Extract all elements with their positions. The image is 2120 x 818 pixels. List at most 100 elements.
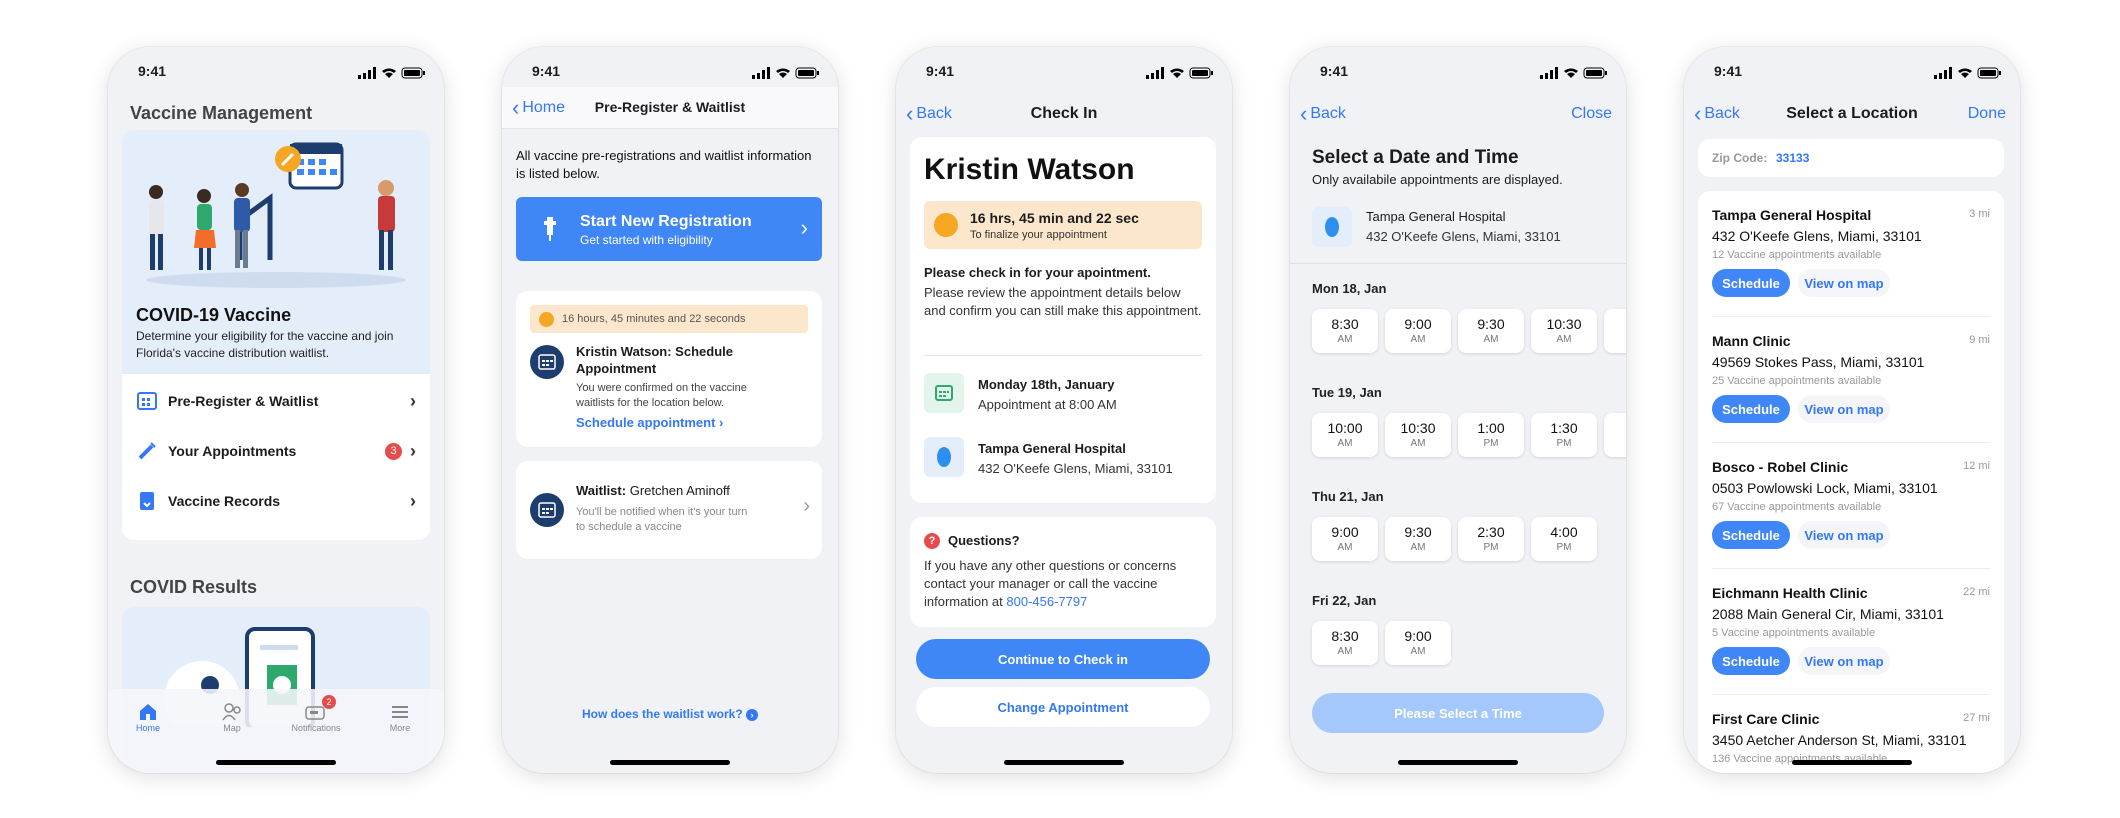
close-button[interactable]: Close <box>1571 105 1612 123</box>
slot-time: 9:00 <box>1404 628 1432 644</box>
phone-link[interactable]: 800-456-7797 <box>1006 594 1087 609</box>
schedule-button[interactable]: Schedule <box>1712 647 1790 675</box>
time-slot-button[interactable]: 2 <box>1604 413 1626 457</box>
chevron-right-icon: › <box>410 440 416 461</box>
time-slot-button[interactable]: 9:30 AM <box>1385 517 1451 561</box>
continue-checkin-button[interactable]: Continue to Check in <box>916 639 1210 679</box>
phone-checkin-screen: 9:41 ‹ Back Check In Kristin Watson 16 hr… <box>896 47 1232 773</box>
menu-icon <box>370 701 430 723</box>
clock-icon <box>934 213 958 237</box>
phone-location-screen: 9:41 ‹ Back Select a Location Done Zip Co… <box>1684 47 2020 773</box>
location-address: 432 O'Keefe Glens, Miami, 33101 <box>1712 228 1922 244</box>
chevron-left-icon: ‹ <box>1300 101 1308 126</box>
view-on-map-button[interactable]: View on map <box>1798 395 1890 423</box>
menu-item-vaccine-records[interactable]: Vaccine Records › <box>122 476 430 526</box>
list-item[interactable]: Tampa General Hospital 3 mi 432 O'Keefe … <box>1698 191 2004 317</box>
home-indicator <box>216 760 336 765</box>
time-slot-button[interactable]: 1:30 PM <box>1531 413 1597 457</box>
location-address: 49569 Stokes Pass, Miami, 33101 <box>1712 354 1925 370</box>
location-distance: 3 mi <box>1969 208 1990 220</box>
time-slot-button[interactable]: 10:30 AM <box>1531 309 1597 353</box>
slot-time: 9:00 <box>1404 316 1432 332</box>
tab-label: More <box>389 723 411 733</box>
tab-home[interactable]: Home <box>118 701 178 733</box>
status-icons <box>1540 67 1607 79</box>
tab-map[interactable]: Map <box>202 701 262 733</box>
time-slot-button[interactable]: 8:30 AM <box>1312 309 1378 353</box>
zip-code-field[interactable]: Zip Code: 33133 <box>1698 139 2004 177</box>
time-slot-button[interactable]: 2:30 PM <box>1458 517 1524 561</box>
home-indicator <box>1792 760 1912 765</box>
slot-time: 10:30 <box>1400 420 1436 436</box>
menu-item-appointments[interactable]: Your Appointments 3 › <box>122 426 430 476</box>
countdown-text: 16 hrs, 45 min and 22 sec <box>970 210 1139 226</box>
done-button[interactable]: Done <box>1968 105 2006 123</box>
schedule-appointment-link[interactable]: Schedule appointment › <box>576 415 723 430</box>
view-on-map-button[interactable]: View on map <box>1798 647 1890 675</box>
menu-item-label: Your Appointments <box>168 443 297 459</box>
slot-period: PM <box>1556 438 1572 449</box>
notifications-badge: 2 <box>322 695 336 709</box>
menu-item-pre-register[interactable]: Pre-Register & Waitlist › <box>122 376 430 426</box>
tab-label: Notifications <box>291 723 341 733</box>
time-slot-button[interactable]: 4:00 PM <box>1531 517 1597 561</box>
day-label: Mon 18, Jan <box>1312 281 1387 296</box>
status-icons <box>358 67 425 79</box>
waitlist-desc: You'll be notified when it's your turn t… <box>576 506 748 533</box>
chevron-right-icon: › <box>803 495 810 517</box>
waitlist-help-link[interactable]: How does the waitlist work? › <box>502 707 838 721</box>
time-slot-button[interactable]: 9:00 AM <box>1312 517 1378 561</box>
select-time-button[interactable]: Please Select a Time <box>1312 693 1604 733</box>
nav-title: Pre-Register & Waitlist <box>594 99 746 115</box>
tab-more[interactable]: More <box>370 701 430 733</box>
tab-notifications[interactable]: 2 Notifications <box>286 695 346 733</box>
zip-label: Zip Code: <box>1712 151 1768 165</box>
list-item[interactable]: Bosco - Robel Clinic 12 mi 0503 Powlowsk… <box>1698 443 2004 569</box>
view-on-map-button[interactable]: View on map <box>1798 521 1890 549</box>
time-slot-button[interactable]: 10:00 AM <box>1312 413 1378 457</box>
waitlist-card[interactable]: Waitlist: Gretchen Aminoff You'll be not… <box>516 461 822 559</box>
covid-vaccine-hero[interactable]: COVID-19 Vaccine Determine your eligibil… <box>122 130 430 374</box>
list-item[interactable]: Eichmann Health Clinic 22 mi 2088 Main G… <box>1698 569 2004 695</box>
back-button[interactable]: ‹ Back <box>1300 101 1346 126</box>
time-slot-button[interactable]: 8:30 AM <box>1312 621 1378 665</box>
time-slot-button[interactable]: 9:30 AM <box>1458 309 1524 353</box>
slot-period: AM <box>1337 646 1353 657</box>
time-slot-button[interactable]: 10:30 AM <box>1385 413 1451 457</box>
calendar-icon <box>530 345 564 379</box>
slot-period: AM <box>1556 334 1572 345</box>
slot-time: 1:00 <box>1477 420 1505 436</box>
location-address: 2088 Main General Cir, Miami, 33101 <box>1712 606 1944 622</box>
slot-period: AM <box>1337 438 1353 449</box>
time-slot-button[interactable]: 9:00 AM <box>1385 309 1451 353</box>
syringe-icon <box>136 440 158 462</box>
time-slot-button[interactable]: 9:00 AM <box>1385 621 1451 665</box>
location-address: 3450 Aetcher Anderson St, Miami, 33101 <box>1712 732 1967 748</box>
status-bar: 9:41 <box>108 61 444 83</box>
schedule-button[interactable]: Schedule <box>1712 269 1790 297</box>
schedule-button[interactable]: Schedule <box>1712 395 1790 423</box>
view-on-map-button[interactable]: View on map <box>1798 269 1890 297</box>
availability-text: 5 Vaccine appointments available <box>1712 627 1876 639</box>
calendar-icon <box>136 390 158 412</box>
change-appointment-button[interactable]: Change Appointment <box>916 687 1210 727</box>
schedule-button[interactable]: Schedule <box>1712 521 1790 549</box>
record-book-icon <box>136 490 158 512</box>
time-slot-button[interactable]: 11 <box>1604 309 1626 353</box>
page-title: Vaccine Management <box>130 103 313 123</box>
home-indicator <box>1004 760 1124 765</box>
slot-time: 11 <box>1604 316 1626 332</box>
divider <box>924 355 1202 356</box>
schedule-appointment-card: 16 hours, 45 minutes and 22 seconds Kris… <box>516 291 822 447</box>
nav-bar: ‹ Back Check In <box>896 93 1232 137</box>
info-text: All vaccine pre-registrations and waitli… <box>516 148 812 181</box>
location-pin-icon <box>924 437 964 477</box>
zip-value: 33133 <box>1776 151 1810 165</box>
waitlist-name: Gretchen Aminoff <box>629 483 730 498</box>
status-time: 9:41 <box>1320 63 1349 79</box>
start-new-registration-button[interactable]: Start New Registration Get started with … <box>516 197 822 261</box>
status-time: 9:41 <box>926 63 955 79</box>
location-name: Tampa General Hospital <box>978 441 1126 456</box>
list-item[interactable]: Mann Clinic 9 mi 49569 Stokes Pass, Miam… <box>1698 317 2004 443</box>
time-slot-button[interactable]: 1:00 PM <box>1458 413 1524 457</box>
